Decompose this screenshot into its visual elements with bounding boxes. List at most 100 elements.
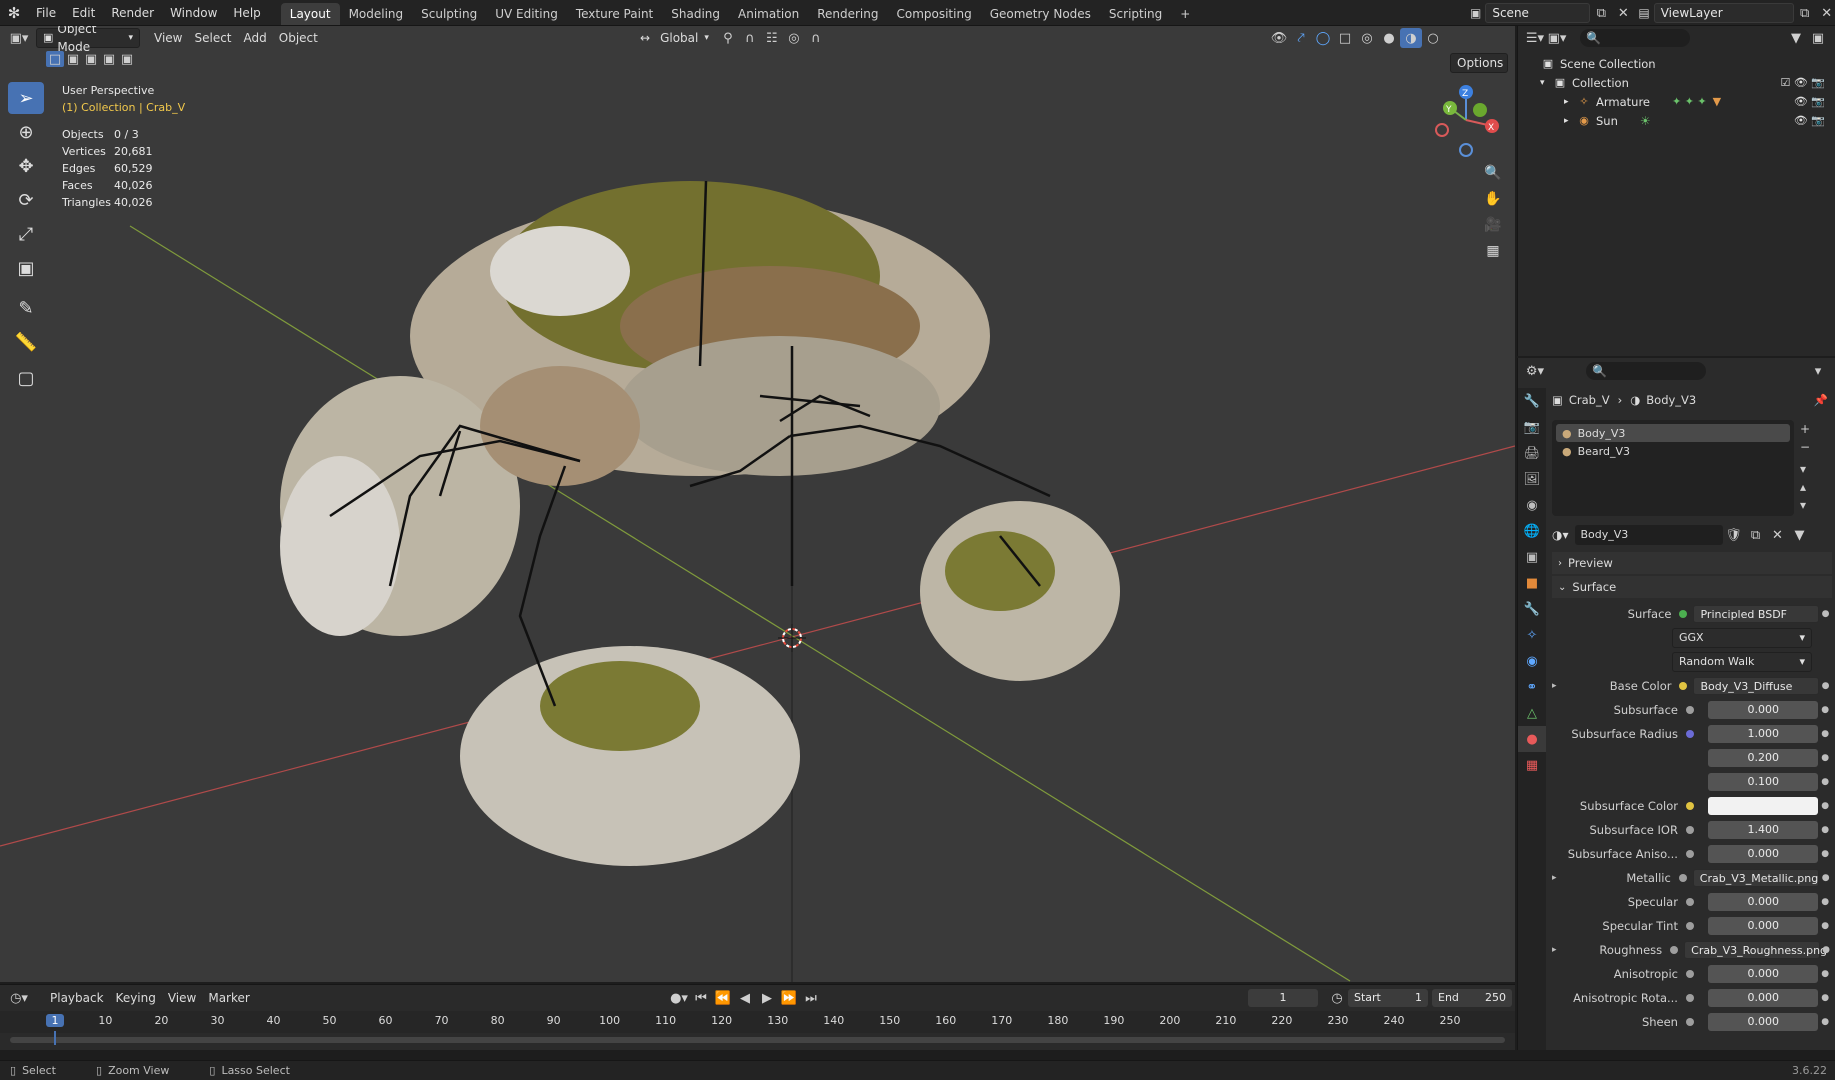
viewport-menu-select[interactable]: Select: [188, 28, 237, 48]
move-tool-icon[interactable]: ✥: [8, 150, 44, 182]
outliner-collection[interactable]: ▾ ▣ Collection ☑ 👁 📷: [1540, 73, 1835, 92]
outliner-editor-icon[interactable]: ☰▾: [1524, 28, 1546, 48]
properties-options-icon[interactable]: ▾: [1807, 361, 1829, 381]
tab-rendering[interactable]: Rendering: [808, 3, 887, 25]
material-icon[interactable]: ▼: [1713, 95, 1721, 108]
keyframe-dot-icon[interactable]: ●: [1818, 705, 1832, 715]
close-view-layer-icon[interactable]: ✕: [1816, 3, 1835, 23]
timeline-menu-view[interactable]: View: [162, 988, 202, 1008]
wireframe-shading-icon[interactable]: ◎: [1356, 28, 1378, 48]
viewport-scene[interactable]: [0, 26, 1515, 982]
end-frame-field[interactable]: End 250: [1432, 989, 1512, 1007]
number-field[interactable]: 0.100: [1707, 773, 1819, 791]
current-frame-field[interactable]: 1: [1248, 989, 1318, 1007]
material-name-field[interactable]: Body_V3: [1574, 525, 1723, 545]
tab-layout[interactable]: Layout: [280, 2, 340, 25]
menu-render[interactable]: Render: [103, 0, 162, 26]
expand-arrow-icon[interactable]: ▸: [1564, 116, 1576, 126]
material-slot-list[interactable]: ● Body_V3 ● Beard_V3: [1552, 420, 1794, 516]
expand-arrow-icon[interactable]: ▸: [1552, 681, 1563, 691]
viewport-menu-add[interactable]: Add: [238, 28, 273, 48]
tab-uv-editing[interactable]: UV Editing: [486, 3, 567, 25]
world-tab-icon[interactable]: 🌐: [1518, 518, 1546, 544]
tab-geometry-nodes[interactable]: Geometry Nodes: [981, 3, 1100, 25]
material-tab-icon[interactable]: ●: [1518, 726, 1546, 752]
linked-input-field[interactable]: Crab_V3_Roughness.png: [1684, 941, 1827, 959]
timeline-menu-keying[interactable]: Keying: [110, 988, 162, 1008]
snap-target-icon[interactable]: ☷: [761, 28, 783, 48]
snap-icon[interactable]: ∩: [739, 28, 761, 48]
keyframe-dot-icon[interactable]: ●: [1819, 681, 1832, 691]
data-tab-icon[interactable]: △: [1518, 700, 1546, 726]
number-field[interactable]: 1.000: [1707, 725, 1819, 743]
material-browse-icon[interactable]: ◑▾: [1552, 528, 1569, 542]
falloff-icon[interactable]: ∩: [805, 28, 827, 48]
remove-slot-icon[interactable]: −: [1800, 438, 1810, 456]
modifier-tab-icon[interactable]: 🔧: [1518, 596, 1546, 622]
tab-animation[interactable]: Animation: [729, 3, 808, 25]
preview-panel-header[interactable]: › Preview: [1552, 552, 1832, 574]
keyframe-dot-icon[interactable]: ●: [1818, 1017, 1832, 1027]
output-tab-icon[interactable]: 🖨: [1518, 440, 1546, 466]
scene-icon[interactable]: ▣: [1470, 6, 1481, 20]
transform-tool-icon[interactable]: ▣: [8, 252, 44, 284]
view-layer-icon[interactable]: ▤: [1638, 6, 1649, 20]
timeline-editor-icon[interactable]: ◷▾: [8, 988, 30, 1008]
keyframe-dot-icon[interactable]: ●: [1820, 945, 1832, 955]
expand-arrow-icon[interactable]: ▸: [1564, 97, 1576, 107]
viewport-menu-object[interactable]: Object: [273, 28, 324, 48]
texture-tab-icon[interactable]: ▦: [1518, 752, 1546, 778]
subsurface-color-swatch[interactable]: [1707, 797, 1819, 815]
distribution-dropdown[interactable]: GGX ▾: [1672, 628, 1812, 648]
number-field[interactable]: 0.000: [1707, 845, 1819, 863]
overlay-toggle-icon[interactable]: ◯: [1312, 28, 1334, 48]
tab-shading[interactable]: Shading: [662, 3, 729, 25]
move-down-icon[interactable]: ▾: [1800, 496, 1810, 514]
number-field[interactable]: 0.000: [1707, 989, 1819, 1007]
linked-input-field[interactable]: Principled BSDF: [1693, 605, 1820, 623]
filter-icon[interactable]: ▼: [1785, 28, 1807, 48]
current-frame-marker[interactable]: 1: [46, 1014, 64, 1027]
material-shading-icon[interactable]: ◑: [1400, 28, 1422, 48]
rendered-shading-icon[interactable]: ○: [1422, 28, 1444, 48]
pin-icon[interactable]: 📌: [1814, 393, 1828, 407]
socket-icon[interactable]: [1685, 802, 1694, 810]
scene-tab-icon[interactable]: ◉: [1518, 492, 1546, 518]
number-field[interactable]: 0.000: [1707, 1013, 1819, 1031]
timeline-scrollbar[interactable]: [10, 1037, 1505, 1043]
keyframe-dot-icon[interactable]: ●: [1818, 825, 1832, 835]
annotate-tool-icon[interactable]: ✎: [8, 292, 44, 324]
jump-start-icon[interactable]: ⏮: [690, 988, 712, 1008]
proportional-edit-icon[interactable]: ◎: [783, 28, 805, 48]
new-view-layer-icon[interactable]: ⧉: [1794, 3, 1816, 23]
move-up-icon[interactable]: ▴: [1800, 478, 1810, 496]
socket-icon[interactable]: [1685, 706, 1694, 714]
outliner-search-input[interactable]: 🔍: [1580, 29, 1690, 47]
ortho-grid-icon[interactable]: ▦: [1480, 238, 1506, 264]
xray-toggle-icon[interactable]: □: [1334, 28, 1356, 48]
options-button[interactable]: Options: [1450, 53, 1508, 73]
keyframe-dot-icon[interactable]: ●: [1818, 753, 1832, 763]
jump-end-icon[interactable]: ⏭: [800, 988, 822, 1008]
add-slot-icon[interactable]: +: [1800, 420, 1810, 438]
select-extend-icon[interactable]: ▣: [64, 51, 82, 67]
new-collection-icon[interactable]: ▣: [1807, 28, 1829, 48]
view-layer-tab-icon[interactable]: 🖼: [1518, 466, 1546, 492]
keyframe-dot-icon[interactable]: ●: [1818, 921, 1832, 931]
gizmo-toggle-icon[interactable]: ⤤: [1290, 28, 1312, 48]
socket-icon[interactable]: [1685, 970, 1694, 978]
properties-editor-icon[interactable]: ⚙▾: [1524, 361, 1546, 381]
material-slot-item[interactable]: ● Beard_V3: [1556, 442, 1790, 460]
select-subtract-icon[interactable]: ▣: [82, 51, 100, 67]
play-icon[interactable]: ▶: [756, 988, 778, 1008]
object-tab-icon[interactable]: ■: [1518, 570, 1546, 596]
keyframe-dot-icon[interactable]: ●: [1818, 969, 1832, 979]
blender-logo-icon[interactable]: ✻: [0, 0, 28, 26]
surface-panel-header[interactable]: ⌄ Surface: [1552, 576, 1832, 598]
socket-icon[interactable]: [1685, 994, 1694, 1002]
socket-icon[interactable]: [1678, 874, 1687, 882]
tab-modeling[interactable]: Modeling: [340, 3, 413, 25]
duplicate-material-icon[interactable]: ⧉: [1745, 525, 1767, 545]
keyframe-dot-icon[interactable]: ●: [1818, 801, 1832, 811]
tab-compositing[interactable]: Compositing: [887, 3, 980, 25]
